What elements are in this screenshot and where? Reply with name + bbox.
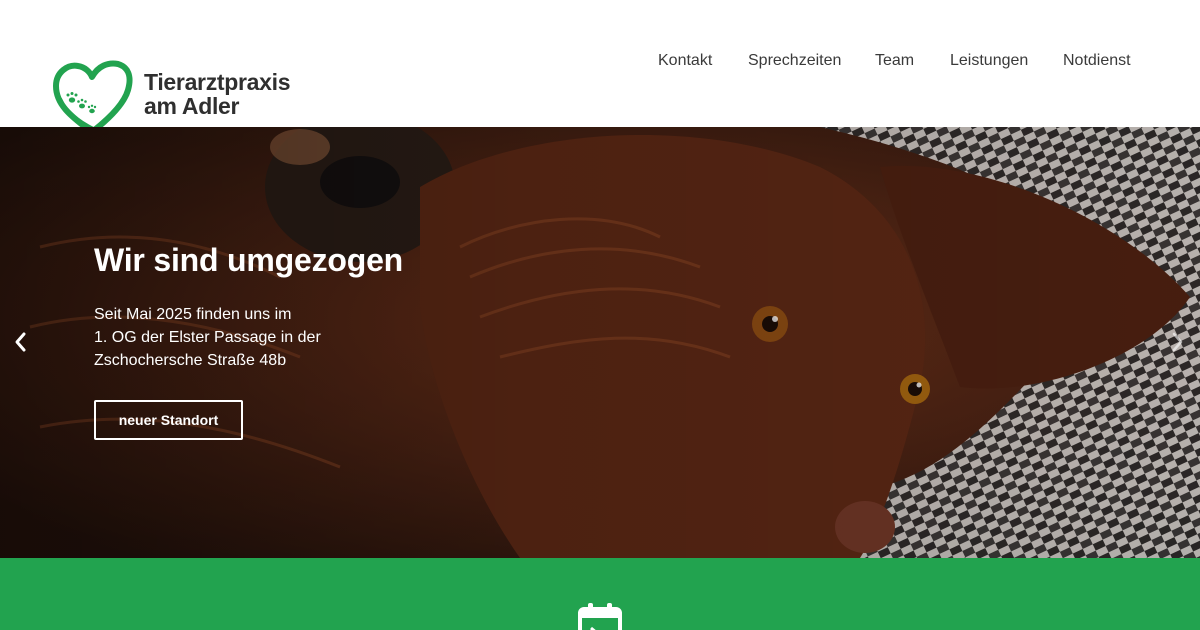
hero-caption: Wir sind umgezogen Seit Mai 2025 finden … — [94, 241, 514, 440]
hero-title: Wir sind umgezogen — [94, 242, 404, 278]
heart-paw-icon — [53, 60, 133, 135]
site-header: Tierarztpraxis am Adler Kontakt Sprechze… — [0, 0, 1200, 135]
new-location-button[interactable]: neuer Standort — [94, 400, 243, 440]
logo-text: Tierarztpraxis am Adler — [144, 69, 291, 119]
chevron-left-icon — [15, 332, 26, 352]
hero-slider: Wir sind umgezogen Seit Mai 2025 finden … — [0, 127, 1200, 558]
appointment-band — [0, 558, 1200, 630]
slider-prev-button[interactable] — [8, 327, 32, 357]
calendar-icon — [578, 603, 622, 630]
logo-line-1: Tierarztpraxis — [144, 69, 291, 95]
nav-team[interactable]: Team — [875, 52, 914, 70]
logo-line-2: am Adler — [144, 93, 240, 119]
hero-text-line: Seit Mai 2025 finden uns im — [94, 306, 292, 323]
hero-text-line: 1. OG der Elster Passage in der — [94, 329, 321, 346]
hero-text: Seit Mai 2025 finden uns im 1. OG der El… — [94, 303, 514, 372]
nav-leistungen[interactable]: Leistungen — [950, 52, 1028, 70]
chevron-right-icon — [1172, 332, 1183, 352]
nav-kontakt[interactable]: Kontakt — [658, 52, 712, 70]
hero-text-line: Zschochersche Straße 48b — [94, 352, 287, 369]
nav-notdienst[interactable]: Notdienst — [1063, 52, 1131, 70]
nav-sprechzeiten[interactable]: Sprechzeiten — [748, 52, 841, 70]
slider-next-button[interactable] — [1166, 327, 1190, 357]
